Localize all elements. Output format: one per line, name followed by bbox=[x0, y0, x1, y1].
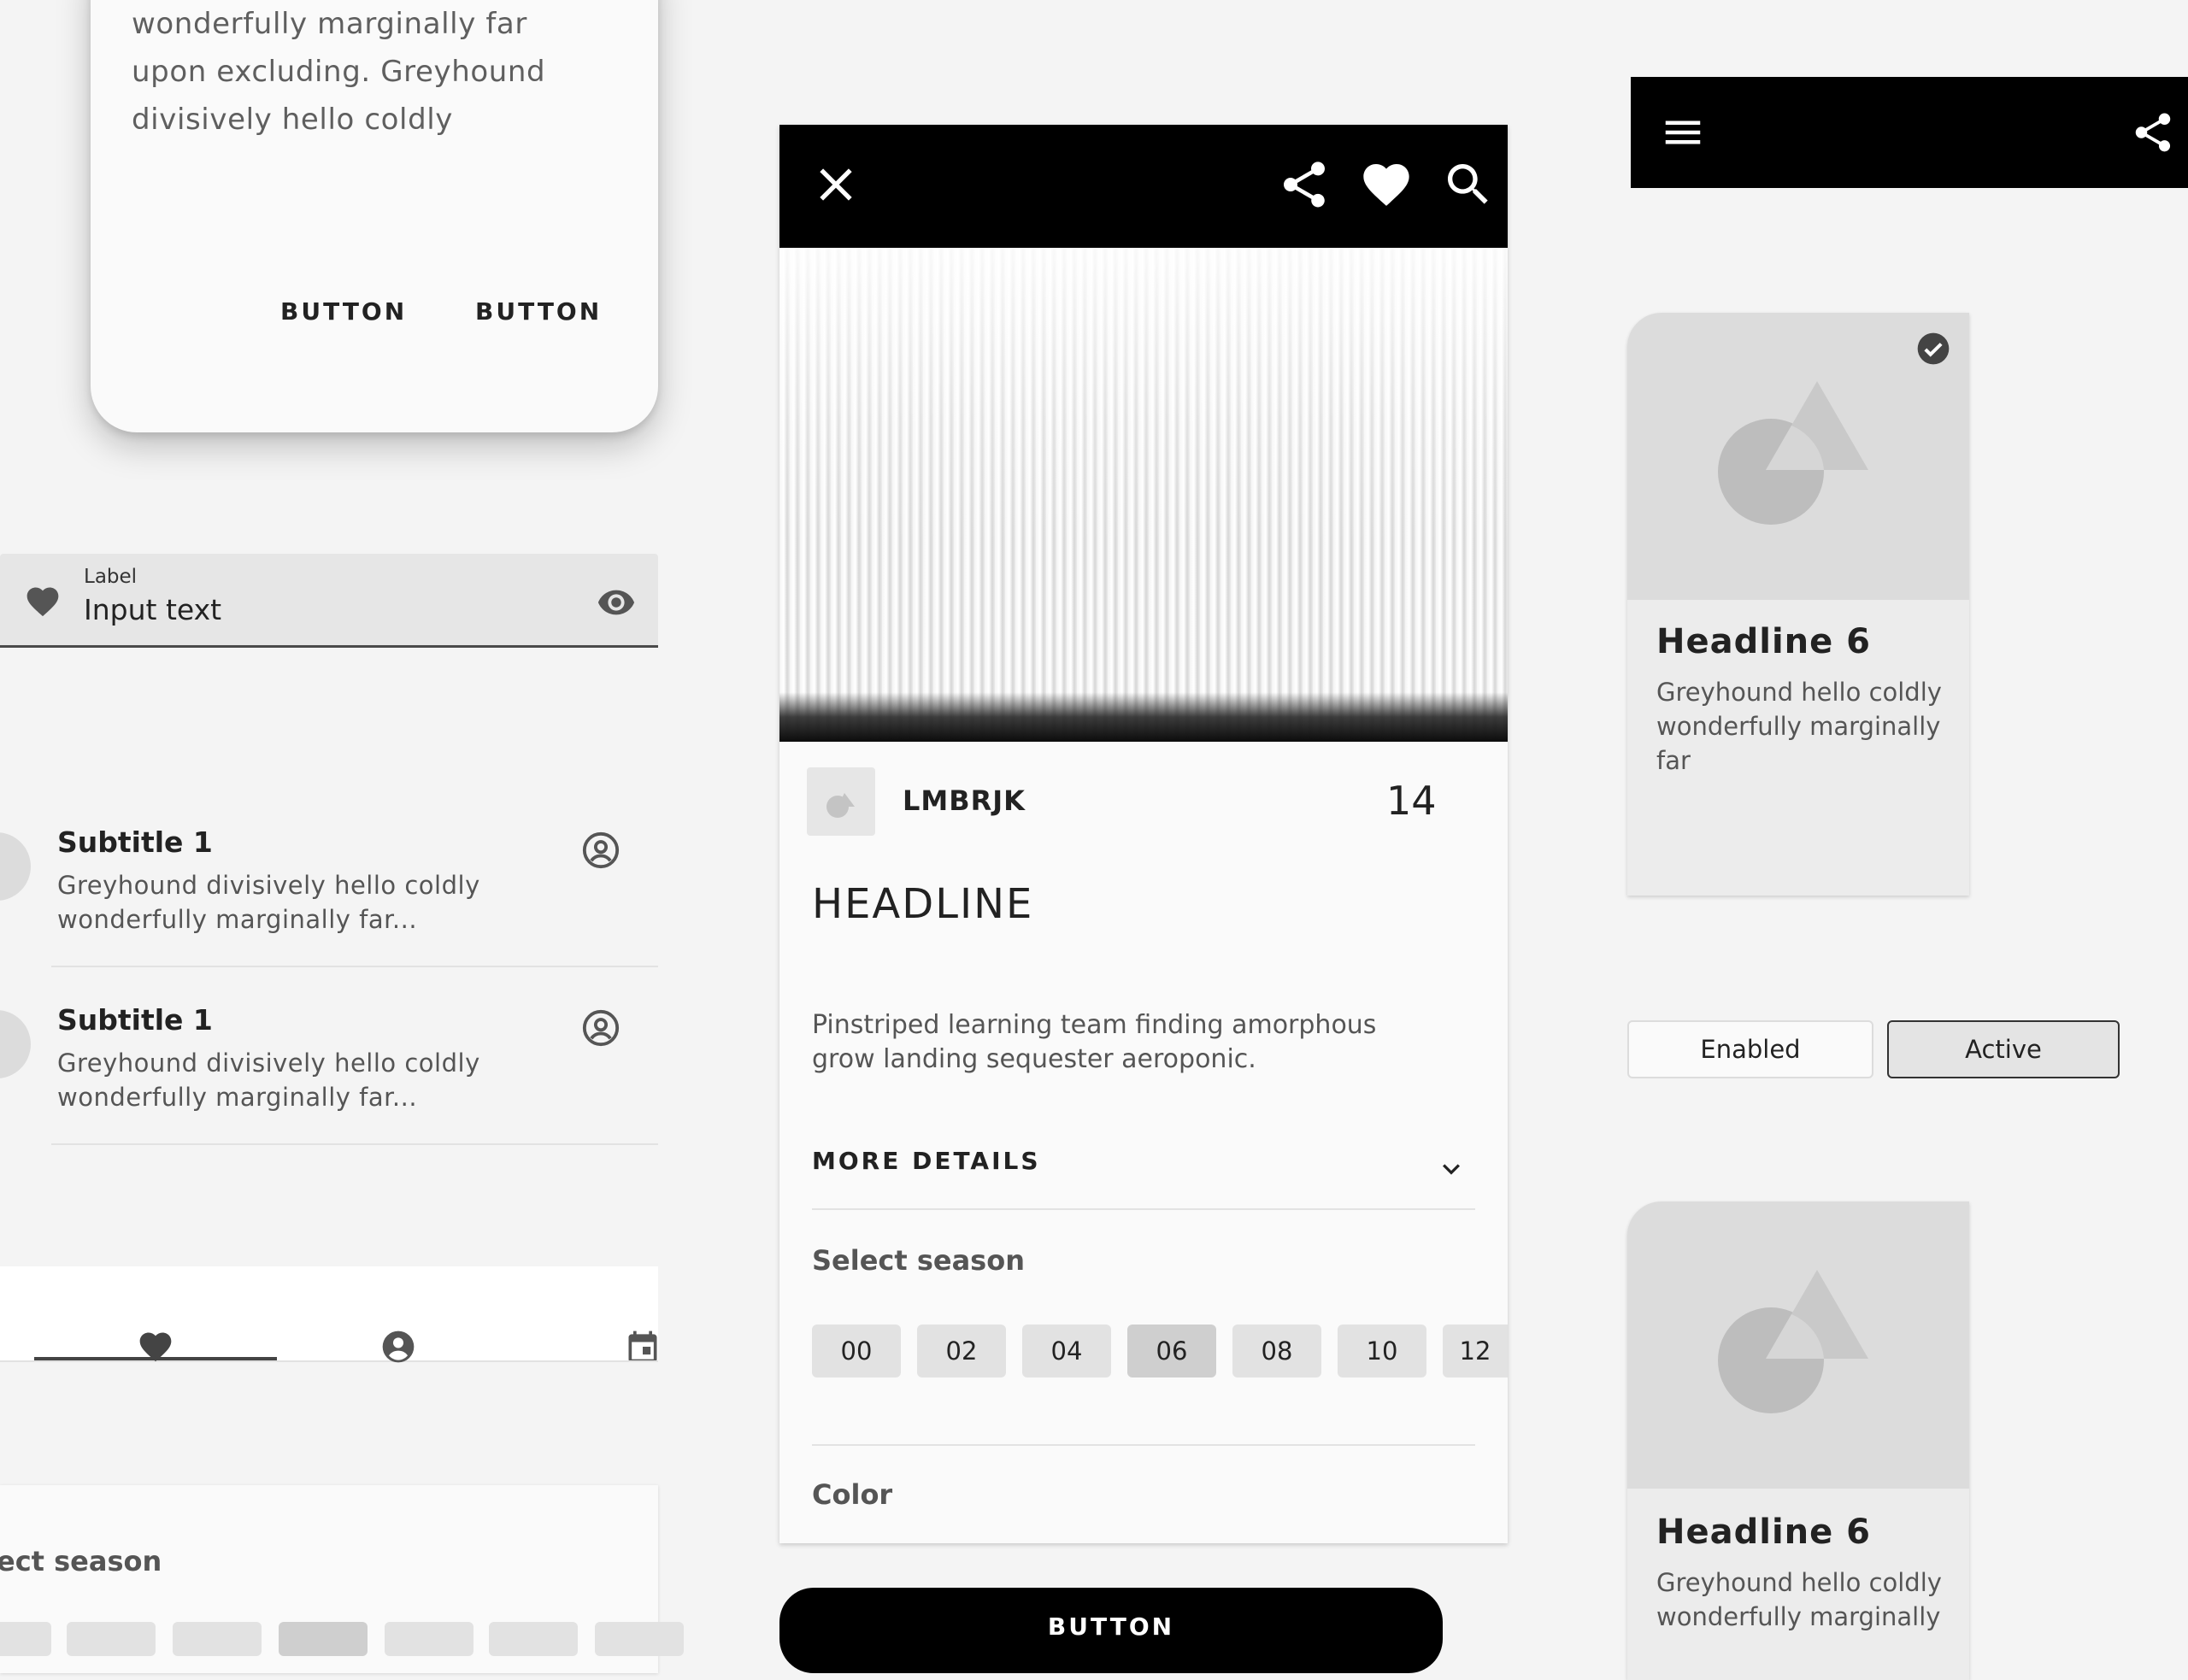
list-item-title: Subtitle 1 bbox=[57, 825, 213, 859]
text-field-label: Label bbox=[84, 566, 138, 588]
media-card[interactable]: Headline 6 Greyhound hello coldly wonder… bbox=[1627, 1201, 1969, 1680]
text-field[interactable]: Label Input text bbox=[0, 554, 658, 648]
season-chip-12[interactable]: 12 bbox=[1443, 1325, 1508, 1377]
season-chip[interactable] bbox=[595, 1622, 684, 1656]
share-icon[interactable] bbox=[2130, 109, 2176, 156]
color-label: Color bbox=[812, 1478, 893, 1511]
eye-icon[interactable] bbox=[597, 583, 636, 622]
list-item-subtitle: Greyhound divisively hello coldly wonder… bbox=[57, 871, 480, 934]
season-chip-00[interactable]: 00 bbox=[812, 1325, 901, 1377]
avatar bbox=[0, 832, 31, 901]
season-chip[interactable] bbox=[279, 1622, 368, 1656]
list-item[interactable]: Subtitle 1 Greyhound divisively hello co… bbox=[0, 790, 658, 967]
season-chip[interactable] bbox=[489, 1622, 578, 1656]
more-details-toggle[interactable]: MORE DETAILS bbox=[812, 1147, 1041, 1175]
card-media bbox=[1627, 313, 1969, 600]
season-chip[interactable] bbox=[0, 1622, 51, 1656]
season-chip-06[interactable]: 06 bbox=[1127, 1325, 1216, 1377]
dialog-button-1[interactable]: BUTTON bbox=[280, 297, 407, 326]
dialog-body-text: wonderfully marginally far upon excludin… bbox=[132, 7, 546, 137]
primary-button[interactable]: BUTTON bbox=[779, 1588, 1443, 1673]
season-chip[interactable] bbox=[173, 1622, 262, 1656]
bottom-tab-bar bbox=[0, 1266, 658, 1363]
dialog-button-2[interactable]: BUTTON bbox=[475, 297, 602, 326]
card-media bbox=[1627, 1201, 1969, 1489]
account-circle-icon[interactable] bbox=[581, 1008, 621, 1048]
top-app-bar bbox=[779, 125, 1508, 248]
tab-account[interactable] bbox=[277, 1266, 518, 1363]
season-chip-08[interactable]: 08 bbox=[1232, 1325, 1321, 1377]
tab-calendar[interactable] bbox=[520, 1266, 658, 1360]
season-panel-title: ect season bbox=[0, 1545, 162, 1577]
card-headline: Headline 6 bbox=[1656, 1513, 1872, 1552]
season-chip-10[interactable]: 10 bbox=[1338, 1325, 1426, 1377]
enabled-button[interactable]: Enabled bbox=[1627, 1020, 1873, 1078]
chevron-down-icon[interactable] bbox=[1434, 1152, 1468, 1186]
tab-favorites[interactable] bbox=[34, 1266, 275, 1362]
card-headline: Headline 6 bbox=[1656, 622, 1872, 661]
divider bbox=[812, 1208, 1475, 1210]
select-season-label: Select season bbox=[812, 1244, 1025, 1277]
list-item[interactable]: Subtitle 1 Greyhound divisively hello co… bbox=[0, 967, 658, 1145]
season-chip[interactable] bbox=[67, 1622, 156, 1656]
menu-icon[interactable] bbox=[1660, 109, 1706, 156]
text-field-input[interactable]: Input text bbox=[84, 593, 221, 626]
heart-icon bbox=[24, 583, 62, 620]
hero-image bbox=[779, 248, 1508, 742]
tab-indicator bbox=[34, 1357, 277, 1360]
share-icon[interactable] bbox=[1277, 157, 1332, 212]
list-item-title: Subtitle 1 bbox=[57, 1003, 213, 1037]
media-card[interactable]: Headline 6 Greyhound hello coldly wonder… bbox=[1627, 313, 1969, 896]
card-body: Greyhound hello coldly wonderfully margi… bbox=[1656, 1568, 1942, 1631]
divider bbox=[812, 1444, 1475, 1446]
dialog-card: wonderfully marginally far upon excludin… bbox=[91, 0, 658, 432]
check-circle-icon[interactable] bbox=[1914, 330, 1952, 367]
detail-card: LMBRJK 14 HEADLINE Pinstriped learning t… bbox=[779, 125, 1508, 1543]
list-item-subtitle: Greyhound divisively hello coldly wonder… bbox=[57, 1049, 480, 1112]
active-button[interactable]: Active bbox=[1887, 1020, 2120, 1078]
shapes-placeholder-icon bbox=[1718, 1270, 1868, 1413]
season-panel: ect season bbox=[0, 1485, 684, 1673]
thumbnail bbox=[807, 767, 875, 836]
top-app-bar bbox=[1631, 77, 2188, 188]
item-count: 14 bbox=[1386, 778, 1437, 824]
shapes-placeholder-icon bbox=[1718, 381, 1868, 525]
search-icon[interactable] bbox=[1441, 157, 1496, 212]
season-chip-02[interactable]: 02 bbox=[917, 1325, 1006, 1377]
description: Pinstriped learning team finding amorpho… bbox=[812, 1010, 1377, 1074]
account-circle-icon[interactable] bbox=[581, 831, 621, 870]
season-chip-04[interactable]: 04 bbox=[1022, 1325, 1111, 1377]
headline: HEADLINE bbox=[812, 880, 1034, 928]
season-chip[interactable] bbox=[385, 1622, 473, 1656]
item-code: LMBRJK bbox=[903, 784, 1026, 817]
close-icon[interactable] bbox=[809, 157, 863, 212]
avatar bbox=[0, 1010, 31, 1078]
card-body: Greyhound hello coldly wonderfully margi… bbox=[1656, 678, 1942, 775]
heart-icon[interactable] bbox=[1359, 157, 1414, 212]
